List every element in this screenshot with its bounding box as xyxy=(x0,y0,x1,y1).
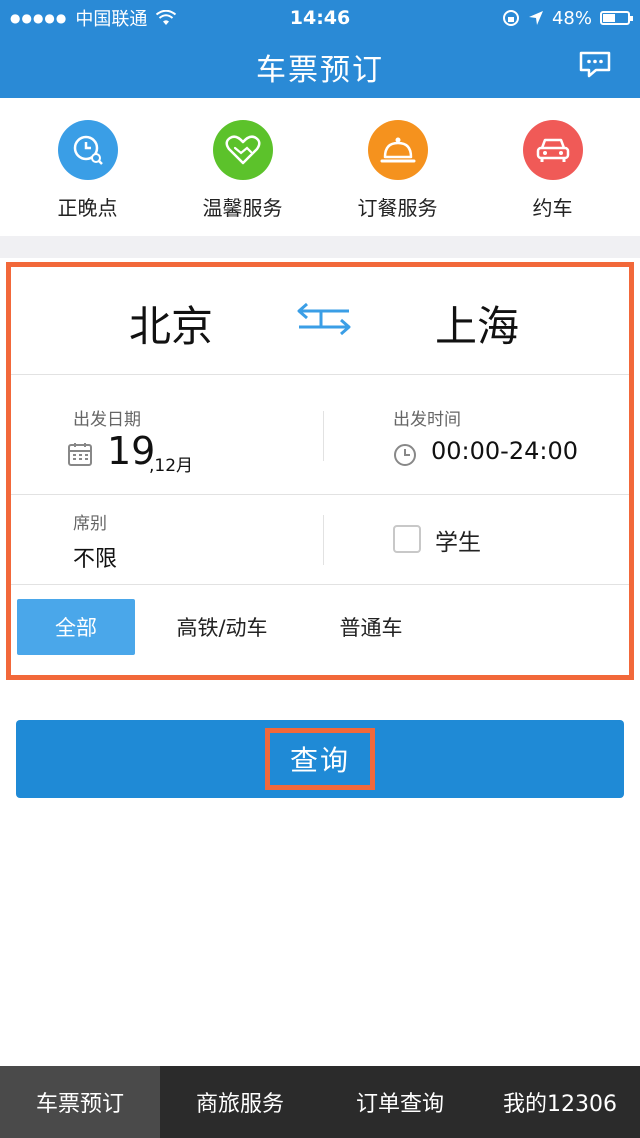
quick-item-label: 约车 xyxy=(532,196,573,220)
wifi-icon xyxy=(156,10,177,25)
date-label: 出发日期 xyxy=(73,410,141,430)
quick-item-delay[interactable]: 正晚点 xyxy=(18,98,158,236)
clock-search-icon xyxy=(57,120,118,180)
seat-student-row: 席别 不限 学生 xyxy=(11,495,629,585)
status-time: 14:46 xyxy=(289,7,351,29)
search-button-label: 查询 xyxy=(264,728,375,790)
page-title: 车票预订 xyxy=(256,53,384,88)
nav-business-travel[interactable]: 商旅服务 xyxy=(160,1066,320,1138)
swap-cities-icon[interactable] xyxy=(289,301,359,337)
from-city[interactable]: 北京 xyxy=(129,293,213,354)
nav-order-query[interactable]: 订单查询 xyxy=(320,1066,480,1138)
quick-services: 正晚点 温馨服务 订餐服务 约车 xyxy=(0,98,640,236)
nav-my-12306[interactable]: 我的12306 xyxy=(480,1066,640,1138)
battery-icon xyxy=(600,11,633,25)
section-divider xyxy=(0,236,640,258)
battery-percent: 48% xyxy=(551,7,592,29)
booking-form: 北京 上海 出发日期 19 ,12月 出发时间 00:00-24:00 席别 不… xyxy=(6,262,634,680)
quick-item-label: 温馨服务 xyxy=(202,196,283,220)
tab-regular[interactable]: 普通车 xyxy=(323,599,419,655)
student-checkbox[interactable] xyxy=(393,525,421,553)
app-header: 车票预订 xyxy=(0,36,640,98)
time-label: 出发时间 xyxy=(393,410,461,430)
carrier-name: 中国联通 xyxy=(75,9,148,30)
handshake-heart-icon xyxy=(212,120,273,180)
city-row: 北京 上海 xyxy=(11,267,629,375)
time-picker[interactable]: 00:00-24:00 xyxy=(431,437,578,465)
quick-item-meal-service[interactable]: 订餐服务 xyxy=(328,98,468,236)
quick-item-care-service[interactable]: 温馨服务 xyxy=(173,98,313,236)
quick-item-ride[interactable]: 约车 xyxy=(483,98,623,236)
date-time-row: 出发日期 19 ,12月 出发时间 00:00-24:00 xyxy=(11,375,629,495)
location-arrow-icon xyxy=(528,11,543,25)
status-right: 48% xyxy=(370,7,633,29)
clock-icon xyxy=(394,444,416,466)
seat-label: 席别 xyxy=(73,514,107,534)
tab-high-speed[interactable]: 高铁/动车 xyxy=(157,599,287,655)
tab-all[interactable]: 全部 xyxy=(17,599,135,655)
status-left: ●●●●● 中国联通 xyxy=(10,5,270,31)
search-button[interactable]: 查询 xyxy=(16,720,624,798)
calendar-icon xyxy=(68,443,92,466)
student-label[interactable]: 学生 xyxy=(435,523,481,557)
nav-ticket-booking[interactable]: 车票预订 xyxy=(0,1066,160,1138)
train-type-tabs: 全部 高铁/动车 普通车 xyxy=(11,585,629,675)
car-icon xyxy=(522,120,583,180)
signal-strength-icon: ●●●●● xyxy=(10,11,68,25)
vertical-divider xyxy=(323,515,324,565)
bottom-nav: 车票预订 商旅服务 订单查询 我的12306 xyxy=(0,1066,640,1138)
date-month: ,12月 xyxy=(149,456,194,476)
status-bar: ●●●●● 中国联通 14:46 48% xyxy=(0,0,640,36)
seat-selector[interactable]: 不限 xyxy=(73,541,117,573)
to-city[interactable]: 上海 xyxy=(435,293,519,354)
message-icon[interactable] xyxy=(578,50,612,78)
vertical-divider xyxy=(323,411,324,461)
quick-item-label: 正晚点 xyxy=(57,196,118,220)
rotation-lock-icon xyxy=(502,10,519,26)
quick-item-label: 订餐服务 xyxy=(357,196,438,220)
food-cloche-icon xyxy=(367,120,428,180)
